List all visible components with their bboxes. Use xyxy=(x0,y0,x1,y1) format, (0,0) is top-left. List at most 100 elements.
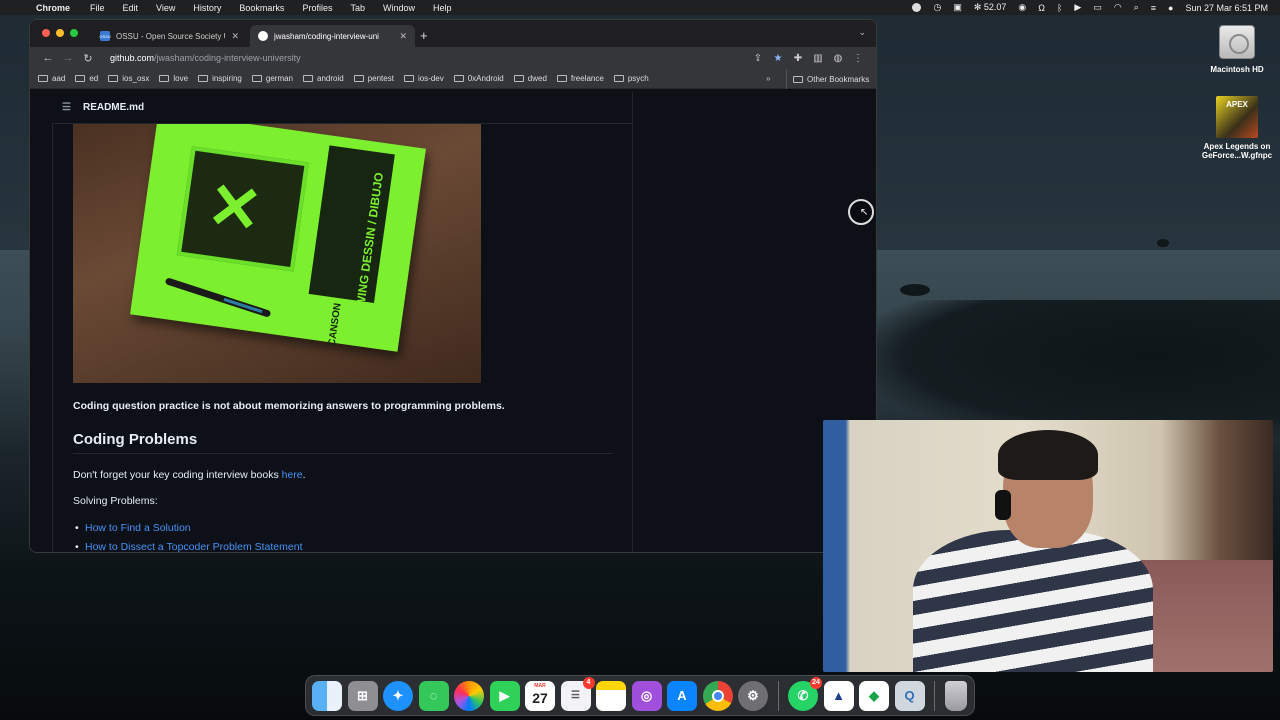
photos-icon[interactable] xyxy=(454,680,484,711)
bookmark-folder[interactable]: aad xyxy=(38,74,65,83)
tab-title: OSSU - Open Source Society U xyxy=(116,31,226,41)
mouse-cursor-highlight xyxy=(848,199,874,225)
close-tab-icon[interactable]: ✕ xyxy=(231,31,239,42)
folder-icon xyxy=(198,75,209,82)
readme-filename[interactable]: README.md xyxy=(83,102,144,113)
battery-icon[interactable]: ▭ xyxy=(1093,2,1102,13)
other-bookmarks-folder[interactable]: Other Bookmarks xyxy=(786,69,869,89)
menu-file[interactable]: File xyxy=(90,3,105,13)
clock-icon[interactable]: ◷ xyxy=(933,2,941,13)
forward-arrow-icon[interactable]: → xyxy=(58,52,78,64)
outline-list-icon[interactable]: ☰ xyxy=(62,102,71,113)
vpn-app-icon[interactable]: ▲ xyxy=(823,680,854,711)
bookmark-label: pentest xyxy=(367,74,394,83)
record-icon[interactable] xyxy=(912,3,922,12)
menu-profiles[interactable]: Profiles xyxy=(302,3,332,13)
folder-icon xyxy=(75,75,86,82)
control-center-icon[interactable]: ≡ xyxy=(1151,3,1156,13)
bookmark-folder[interactable]: love xyxy=(159,74,188,83)
menu-app-name[interactable]: Chrome xyxy=(36,3,70,13)
close-window-button[interactable] xyxy=(42,29,50,37)
wifi-icon[interactable]: ◠ xyxy=(1114,2,1122,13)
bookmark-folder[interactable]: freelance xyxy=(556,74,604,83)
folder-icon xyxy=(556,75,567,82)
share-icon[interactable]: ⇪ xyxy=(748,53,768,64)
list-item-link[interactable]: How to Dissect a Topcoder Problem Statem… xyxy=(75,541,302,552)
siri-icon[interactable]: ● xyxy=(1168,3,1173,13)
webcam-person-hair xyxy=(998,430,1098,480)
calendar-day: 27 xyxy=(532,689,548,706)
menu-history[interactable]: History xyxy=(193,3,221,13)
side-panel-icon[interactable]: ▥ xyxy=(808,53,828,64)
bookmark-folder[interactable]: ed xyxy=(75,74,98,83)
menu-window[interactable]: Window xyxy=(383,3,415,13)
gamepad-icon[interactable]: ◉ xyxy=(1018,2,1026,13)
books-tail: . xyxy=(302,469,306,481)
play-icon[interactable]: ▶ xyxy=(1074,2,1081,13)
drawing-pad: ✕ DRAWING DESSIN / DIBUJO CANSON xyxy=(130,124,426,352)
trash-icon[interactable] xyxy=(944,680,967,711)
bookmark-star-icon[interactable]: ★ xyxy=(768,53,788,64)
menu-edit[interactable]: Edit xyxy=(123,3,139,13)
reminders-badge: 4 xyxy=(582,676,595,689)
notes-icon[interactable] xyxy=(596,680,626,711)
list-item-link[interactable]: How to Find a Solution xyxy=(75,522,191,534)
whatsapp-icon[interactable]: ✆ 24 xyxy=(788,676,822,711)
readme-paragraph-books: Don't forget your key coding interview b… xyxy=(73,469,306,481)
bookmarks-overflow-button[interactable]: » xyxy=(766,74,770,83)
extensions-icon[interactable]: ✚ xyxy=(788,53,808,64)
bookmark-folder[interactable]: ios-dev xyxy=(403,74,444,83)
new-tab-button[interactable]: + xyxy=(420,28,428,43)
menu-bookmarks[interactable]: Bookmarks xyxy=(239,3,284,13)
whatsapp-badge: 24 xyxy=(810,676,822,689)
menu-help[interactable]: Help xyxy=(433,3,452,13)
bookmark-folder[interactable]: german xyxy=(251,74,293,83)
desktop-icon-apex-legends[interactable]: APEX Apex Legends on GeForce...W.gfnpc xyxy=(1192,96,1280,160)
chrome-menu-icon[interactable]: ⋮ xyxy=(848,53,868,64)
tab-ossu[interactable]: OSSU OSSU - Open Source Society U ✕ xyxy=(92,25,247,47)
bookmark-folder[interactable]: 0xAndroid xyxy=(453,74,504,83)
bookmark-folder[interactable]: psych xyxy=(613,74,649,83)
tab-search-chevron-icon[interactable]: ⌄ xyxy=(858,27,866,38)
desktop-icon-macintosh-hd[interactable]: Macintosh HD xyxy=(1192,25,1280,74)
zoom-window-button[interactable] xyxy=(70,29,78,37)
dock-separator xyxy=(934,680,935,711)
menu-view[interactable]: View xyxy=(156,3,175,13)
facetime-icon[interactable]: ▶ xyxy=(489,680,520,711)
app-store-icon[interactable]: A xyxy=(667,680,697,711)
finder-icon[interactable] xyxy=(312,680,342,711)
minimize-window-button[interactable] xyxy=(56,29,64,37)
bookmark-folder[interactable]: inspiring xyxy=(198,74,242,83)
bookmark-folder[interactable]: dwed xyxy=(513,74,547,83)
tab-coding-interview[interactable]: jwasham/coding-interview-uni ✕ xyxy=(250,25,415,47)
bookmark-folder[interactable]: ios_osx xyxy=(108,74,149,83)
status-area: ◷ ▣ ✻ 52.07 ◉ Ω ᛒ ▶ ▭ ◠ ⌕ ≡ ● Sun 27 Mar… xyxy=(912,0,1268,15)
menu-tab[interactable]: Tab xyxy=(350,3,365,13)
reload-icon[interactable]: ↻ xyxy=(78,52,98,65)
messages-icon[interactable]: ◌ xyxy=(418,680,449,711)
calendar-icon[interactable]: MAR 27 xyxy=(525,680,555,711)
menubar-datetime[interactable]: Sun 27 Mar 6:51 PM xyxy=(1185,3,1268,13)
podcasts-icon[interactable]: ◎ xyxy=(631,680,662,711)
address-bar[interactable]: github.com/jwasham/coding-interview-univ… xyxy=(104,49,748,67)
headphones-icon[interactable]: Ω xyxy=(1038,3,1045,13)
close-tab-icon[interactable]: ✕ xyxy=(399,31,407,42)
books-here-link[interactable]: here xyxy=(282,469,303,481)
safari-icon[interactable]: ✦ xyxy=(383,680,413,711)
search-icon[interactable]: ⌕ xyxy=(1134,2,1139,13)
quicktime-icon[interactable]: Q xyxy=(894,680,925,711)
bookmark-folder[interactable]: pentest xyxy=(353,74,394,83)
bookmark-label: ios-dev xyxy=(417,74,444,83)
weather-icon[interactable]: ✻ 52.07 xyxy=(974,2,1007,13)
bookmark-folder[interactable]: android xyxy=(303,74,344,83)
system-preferences-icon[interactable]: ⚙ xyxy=(738,680,768,711)
chrome-icon[interactable] xyxy=(702,680,733,711)
reminders-icon[interactable]: ☰ 4 xyxy=(560,676,595,711)
launchpad-icon[interactable]: ⊞ xyxy=(347,680,378,711)
scripting-icon[interactable]: ▣ xyxy=(953,2,962,13)
folder-icon xyxy=(453,75,464,82)
utility-app-icon[interactable]: ◆ xyxy=(859,680,889,711)
back-arrow-icon[interactable]: ← xyxy=(38,52,58,64)
profile-avatar[interactable]: ◍ xyxy=(828,53,848,64)
bluetooth-icon[interactable]: ᛒ xyxy=(1057,3,1062,13)
